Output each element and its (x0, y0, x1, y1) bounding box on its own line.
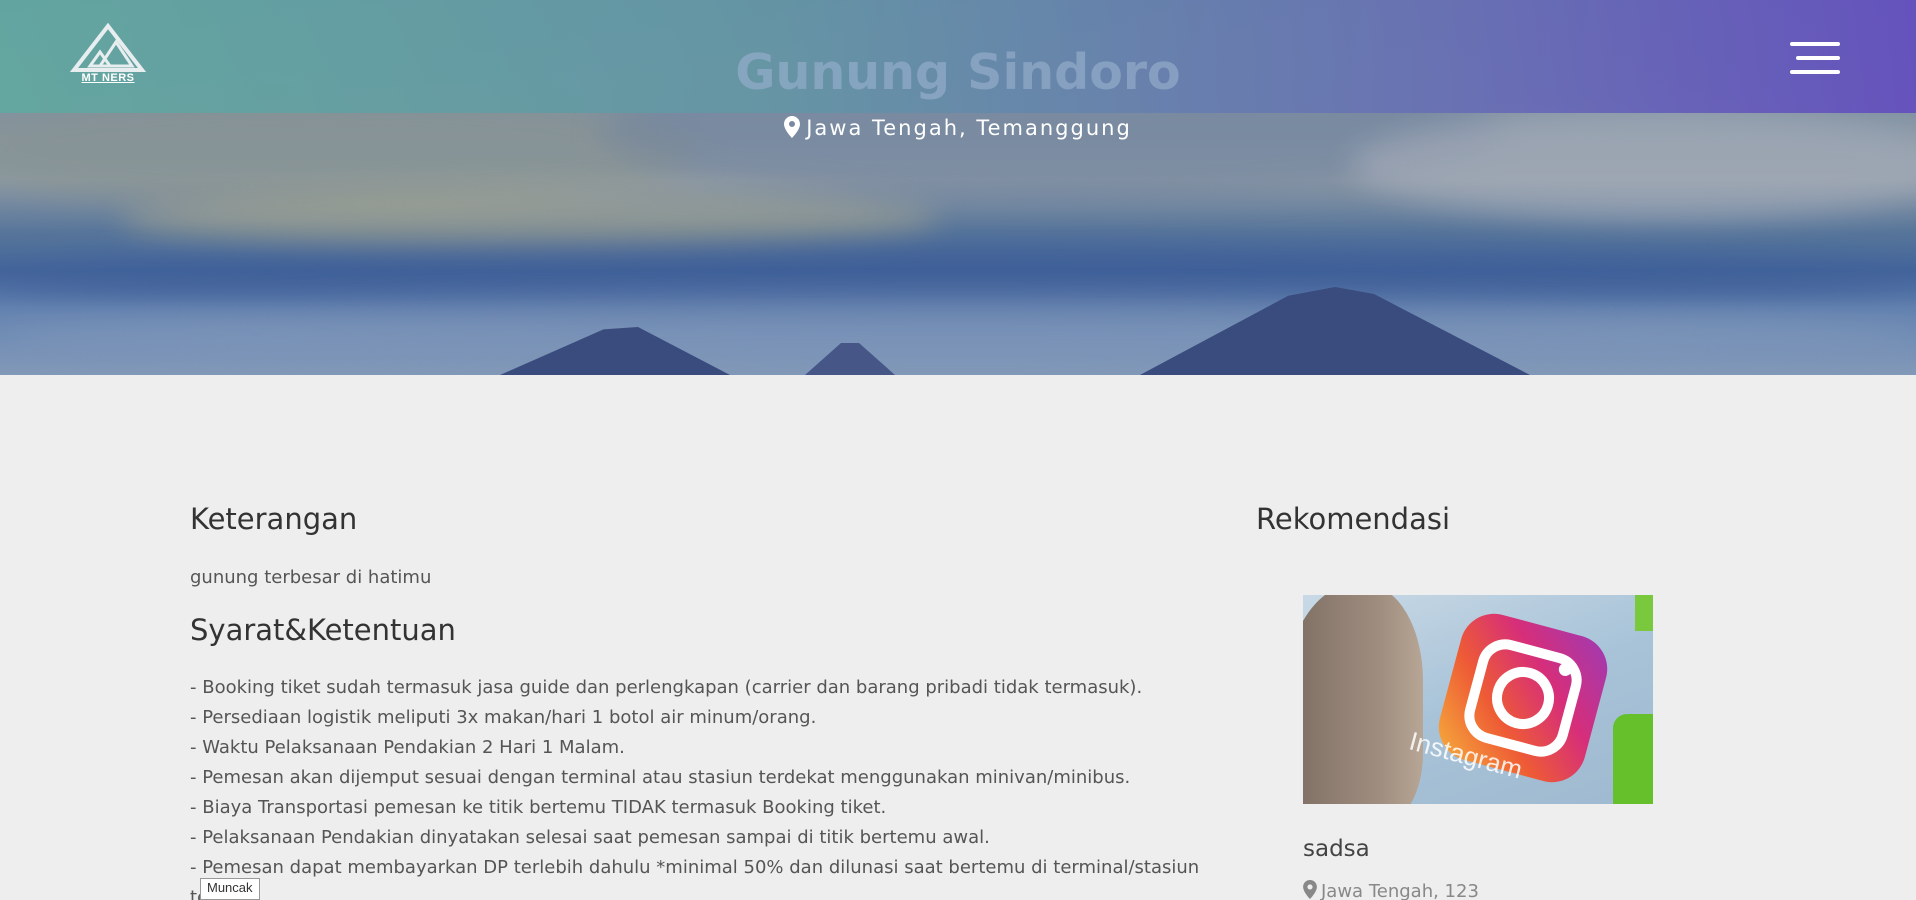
description-heading: Keterangan (190, 502, 358, 536)
tooltip: Muncak (200, 878, 260, 900)
page-title: Gunung Sindoro (735, 44, 1181, 101)
terms-item: - Booking tiket sudah termasuk jasa guid… (190, 677, 1143, 698)
hero-location-text: Jawa Tengah, Temanggung (806, 116, 1132, 140)
hero-location: Jawa Tengah, Temanggung (0, 116, 1916, 143)
terms-item: - Waktu Pelaksanaan Pendakian 2 Hari 1 M… (190, 737, 625, 758)
recommendation-location-text: Jawa Tengah, 123 (1321, 881, 1479, 900)
recommendation-image[interactable]: Instagram (1303, 595, 1653, 804)
terms-item: - Pelaksanaan Pendakian dinyatakan seles… (190, 827, 990, 848)
recommendation-title[interactable]: sadsa (1303, 836, 1370, 862)
recommendation-location: Jawa Tengah, 123 (1303, 880, 1479, 900)
recommendation-heading: Rekomendasi (1256, 502, 1451, 536)
terms-item: te (190, 883, 1190, 900)
description-text: gunung terbesar di hatimu (190, 567, 432, 588)
terms-item: - Persediaan logistik meliputi 3x makan/… (190, 707, 817, 728)
map-pin-icon (1303, 880, 1317, 900)
terms-item: - Biaya Transportasi pemesan ke titik be… (190, 797, 887, 818)
map-pin-icon (784, 116, 801, 143)
terms-heading: Syarat&Ketentuan (190, 613, 456, 647)
terms-list: - Booking tiket sudah termasuk jasa guid… (190, 673, 1200, 900)
terms-item: - Pemesan dapat membayarkan DP terlebih … (190, 857, 1200, 878)
terms-item: - Pemesan akan dijemput sesuai dengan te… (190, 767, 1131, 788)
